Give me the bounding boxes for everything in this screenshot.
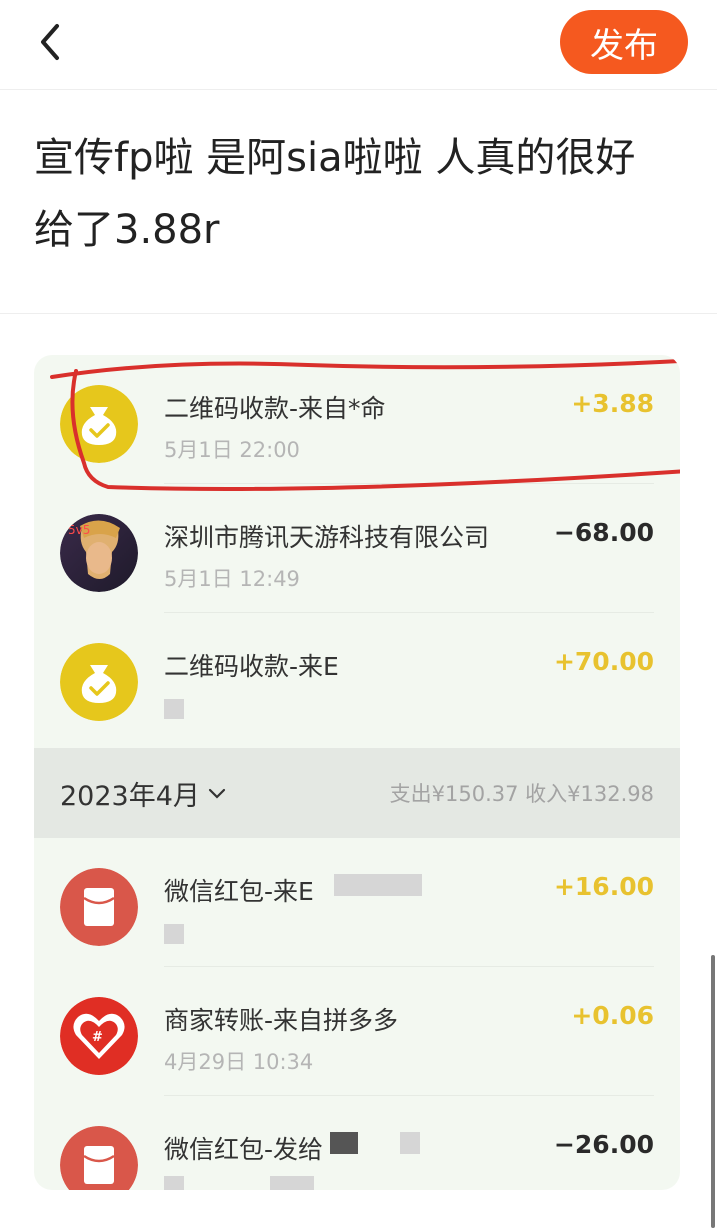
transaction-amount: +3.88 <box>571 389 654 418</box>
redacted-block <box>164 699 184 719</box>
money-bag-icon <box>60 643 138 721</box>
month-summary-bar: 2023年4月 支出¥150.37 收入¥132.98 <box>34 748 680 838</box>
transaction-amount: −26.00 <box>553 1130 654 1159</box>
red-packet-icon <box>60 1126 138 1190</box>
transaction-amount: +70.00 <box>553 647 654 676</box>
transaction-time: 5月1日 22:00 <box>164 438 300 462</box>
transaction-amount: +16.00 <box>553 872 654 901</box>
transaction-time: 5月1日 12:49 <box>164 567 300 591</box>
svg-text:#: # <box>92 1030 103 1045</box>
red-packet-icon <box>60 868 138 946</box>
transaction-row: # 商家转账-来自拼多多 4月29日 10:34 +0.06 <box>34 967 680 1096</box>
month-label: 2023年4月 <box>60 781 200 812</box>
svg-text:5v5: 5v5 <box>68 523 90 537</box>
money-bag-icon <box>60 385 138 463</box>
month-stats: 支出¥150.37 收入¥132.98 <box>389 782 654 806</box>
transaction-row: 二维码收款-来E +70.00 <box>34 613 680 742</box>
month-selector[interactable]: 2023年4月 <box>60 774 226 813</box>
top-bar: 发布 <box>0 0 717 90</box>
transaction-time: 4月29日 10:34 <box>164 1050 314 1074</box>
transaction-row: 5v5 深圳市腾讯天游科技有限公司 5月1日 12:49 −68.00 <box>34 484 680 613</box>
scrollbar[interactable] <box>711 955 715 1228</box>
transaction-title: 微信红包-来E <box>164 877 314 906</box>
back-button[interactable] <box>28 20 72 64</box>
publish-button[interactable]: 发布 <box>560 10 688 74</box>
transaction-amount: +0.06 <box>571 1001 654 1030</box>
transaction-title: 深圳市腾讯天游科技有限公司 <box>164 523 490 552</box>
redacted-block <box>400 1132 420 1154</box>
transaction-row: 微信红包-发给 −26.00 <box>34 1096 680 1190</box>
chevron-down-icon <box>208 788 226 799</box>
transaction-title: 二维码收款-来自*命 <box>164 394 386 423</box>
divider <box>0 313 717 314</box>
pinduoduo-icon: # <box>60 997 138 1075</box>
transaction-amount: −68.00 <box>553 518 654 547</box>
redacted-block <box>330 1132 358 1154</box>
transaction-title: 微信红包-发给 <box>164 1135 324 1164</box>
attached-screenshot[interactable]: 二维码收款-来自*命 5月1日 22:00 +3.88 5v5 深圳市腾讯天游科… <box>34 355 680 1190</box>
redacted-block <box>270 1176 314 1190</box>
post-text[interactable]: 宣传fp啦 是阿sia啦啦 人真的很好 给了3.88r <box>34 122 674 266</box>
transaction-row: 二维码收款-来自*命 5月1日 22:00 +3.88 <box>34 355 680 484</box>
game-avatar: 5v5 <box>60 514 138 592</box>
transaction-title: 二维码收款-来E <box>164 652 339 681</box>
redacted-block <box>334 874 422 896</box>
redacted-block <box>164 1176 184 1190</box>
chevron-left-icon <box>41 24 59 60</box>
redacted-block <box>164 924 184 944</box>
transaction-title: 商家转账-来自拼多多 <box>164 1006 399 1035</box>
transaction-row: 二维码收款-来自*命 微信红包-来E +16.00 <box>34 838 680 967</box>
